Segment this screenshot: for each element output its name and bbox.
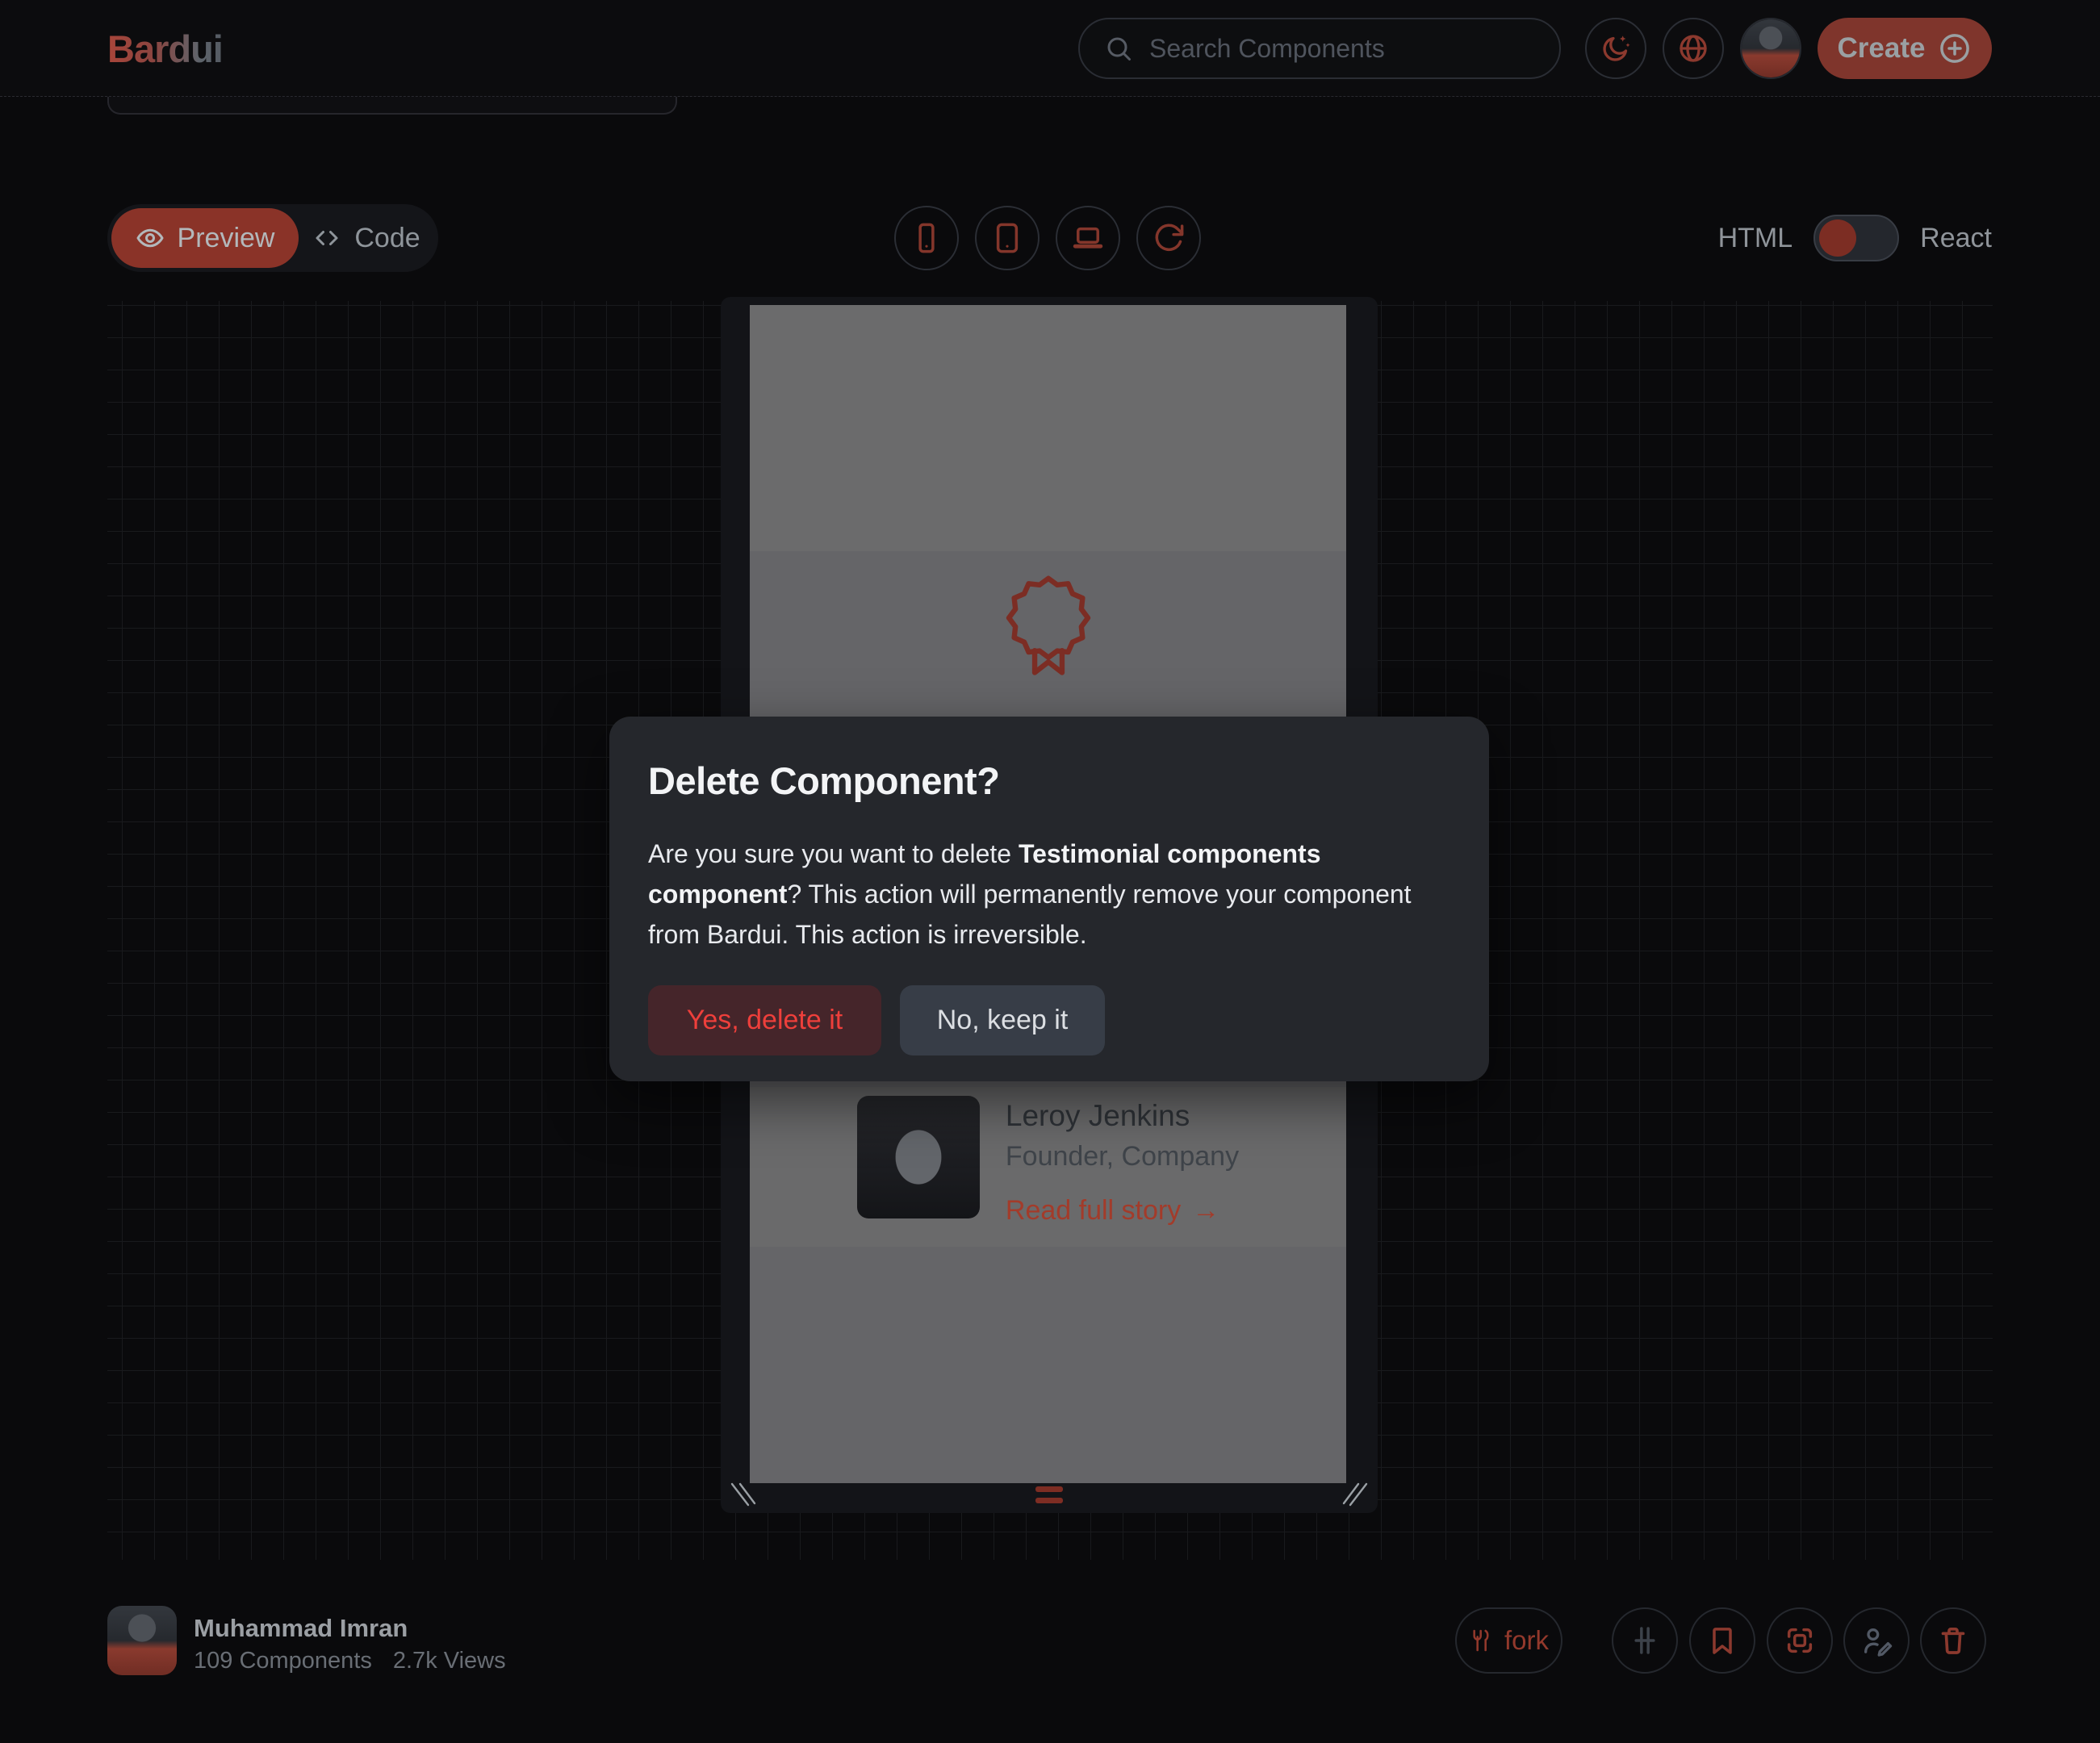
- cancel-delete-button[interactable]: No, keep it: [900, 985, 1105, 1055]
- plus-circle-icon: [1938, 31, 1972, 65]
- author-avatar[interactable]: [107, 1606, 177, 1675]
- theme-toggle-button[interactable]: [1585, 18, 1646, 79]
- code-icon: [312, 224, 341, 253]
- smartphone-icon: [910, 221, 943, 255]
- framework-toggle: HTML React: [1718, 204, 1992, 272]
- edit-author-button[interactable]: [1843, 1607, 1910, 1674]
- user-avatar-image: [1742, 19, 1800, 77]
- author-stats: 109 Components 2.7k Views: [194, 1648, 506, 1674]
- components-count: 109 Components: [194, 1648, 372, 1674]
- framework-html-label: HTML: [1718, 223, 1793, 254]
- testimonial-name: Leroy Jenkins: [1006, 1099, 1239, 1133]
- logo[interactable]: Bardui: [107, 27, 223, 71]
- bardui-app: Bardui Search Components Create: [0, 0, 2100, 1743]
- desktop-view-button[interactable]: [1056, 206, 1120, 270]
- testimonial-text: Leroy Jenkins Founder, Company Read full…: [1006, 1096, 1239, 1247]
- mobile-view-button[interactable]: [894, 206, 959, 270]
- globe-icon: [1677, 32, 1709, 65]
- tab-code[interactable]: Code: [299, 208, 434, 268]
- framework-switch[interactable]: [1813, 215, 1899, 261]
- device-preview-controls: [894, 206, 1201, 270]
- moon-icon: [1600, 32, 1632, 65]
- fullscreen-button[interactable]: [1767, 1607, 1833, 1674]
- confirm-delete-button[interactable]: Yes, delete it: [648, 985, 881, 1055]
- view-mode-segment: Preview Code: [107, 204, 438, 272]
- search-input[interactable]: Search Components: [1078, 18, 1561, 79]
- scrolled-card-edge: [107, 97, 677, 115]
- fork-button[interactable]: fork: [1455, 1607, 1562, 1674]
- adjust-button[interactable]: [1612, 1607, 1678, 1674]
- tablet-view-button[interactable]: [975, 206, 1040, 270]
- tablet-icon: [990, 221, 1024, 255]
- fork-icon: [1469, 1628, 1495, 1653]
- laptop-icon: [1071, 221, 1105, 255]
- search-placeholder: Search Components: [1149, 34, 1385, 64]
- award-badge-icon: [999, 575, 1098, 679]
- read-full-story-label: Read full story: [1006, 1195, 1181, 1227]
- arrow-right-icon: →: [1192, 1195, 1219, 1227]
- user-edit-icon: [1860, 1624, 1893, 1657]
- search-icon: [1104, 34, 1133, 63]
- tab-code-label: Code: [354, 223, 420, 254]
- views-count: 2.7k Views: [393, 1648, 506, 1674]
- modal-body: Are you sure you want to delete Testimon…: [648, 834, 1450, 955]
- bookmark-button[interactable]: [1689, 1607, 1755, 1674]
- preview-section-bottom: [750, 1247, 1346, 1483]
- refresh-button[interactable]: [1136, 206, 1201, 270]
- testimonial-block: Leroy Jenkins Founder, Company Read full…: [750, 1087, 1346, 1247]
- preview-section-top: [750, 305, 1346, 551]
- modal-body-prefix: Are you sure you want to delete: [648, 839, 1019, 868]
- delete-component-modal: Delete Component? Are you sure you want …: [609, 717, 1489, 1081]
- language-button[interactable]: [1663, 18, 1724, 79]
- read-full-story-link[interactable]: Read full story →: [1006, 1195, 1239, 1227]
- resize-handle-left-icon[interactable]: [727, 1481, 758, 1508]
- scan-icon: [1784, 1624, 1816, 1657]
- user-avatar[interactable]: [1740, 18, 1801, 79]
- eye-icon: [136, 224, 165, 253]
- framework-switch-knob: [1819, 219, 1856, 257]
- delete-button[interactable]: [1920, 1607, 1986, 1674]
- fork-button-label: fork: [1504, 1625, 1549, 1656]
- testimonial-role: Founder, Company: [1006, 1141, 1239, 1172]
- author-name: Muhammad Imran: [194, 1614, 408, 1643]
- refresh-icon: [1152, 221, 1186, 255]
- tab-preview[interactable]: Preview: [111, 208, 299, 268]
- panel-drag-handle[interactable]: [1035, 1486, 1063, 1503]
- bookmark-icon: [1706, 1624, 1738, 1657]
- create-button-label: Create: [1838, 32, 1926, 65]
- trash-icon: [1937, 1624, 1969, 1657]
- tab-preview-label: Preview: [178, 223, 275, 254]
- create-button[interactable]: Create: [1818, 18, 1992, 79]
- sliders-icon: [1629, 1624, 1661, 1657]
- modal-title: Delete Component?: [648, 759, 1450, 803]
- author-avatar-image: [107, 1606, 177, 1675]
- framework-react-label: React: [1920, 223, 1992, 254]
- navbar: Bardui Search Components Create: [0, 0, 2100, 97]
- testimonial-avatar: [857, 1096, 980, 1218]
- modal-actions: Yes, delete it No, keep it: [648, 985, 1450, 1055]
- resize-handle-right-icon[interactable]: [1341, 1481, 1371, 1508]
